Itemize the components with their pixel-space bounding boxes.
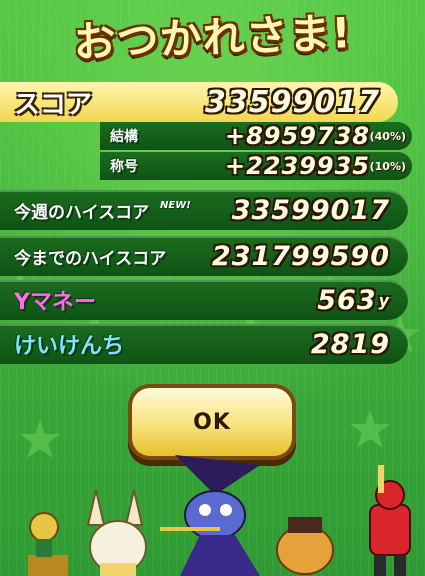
all-time-high-score-row: 今までのハイスコア 231799590	[0, 236, 408, 276]
bonus-value: +8959738	[224, 122, 370, 150]
bonus-label: 称号	[110, 159, 138, 175]
bonus-value: +2239935	[224, 152, 370, 180]
bonus-percent: (10%)	[369, 159, 406, 173]
trophy-character	[28, 512, 68, 576]
score-row: スコア 33599017	[0, 82, 398, 122]
score-value: 33599017	[205, 84, 380, 120]
witch-character	[160, 455, 260, 576]
weekly-high-score-value: 33599017	[231, 194, 390, 226]
score-label: スコア	[14, 89, 93, 120]
all-time-high-score-label: 今までのハイスコア	[14, 248, 167, 269]
ymoney-label: Yマネー	[14, 290, 96, 315]
weekly-high-score-row: 今週のハイスコア NEW! 33599017	[0, 190, 408, 230]
bonus-row-2: 称号 +2239935 (10%)	[100, 152, 412, 180]
ymoney-row: Yマネー 563 y	[0, 280, 408, 320]
bonus-percent: (40%)	[369, 129, 406, 143]
ymoney-value: 563	[317, 284, 377, 316]
ok-button[interactable]: OK	[132, 388, 292, 456]
new-badge: NEW!	[160, 200, 191, 211]
all-time-high-score-value: 231799590	[211, 240, 390, 272]
bonus-label: 結構	[110, 129, 138, 145]
experience-row: けいけんち 2819	[0, 324, 408, 364]
cat-character	[86, 489, 147, 576]
weekly-high-score-label: 今週のハイスコア	[14, 202, 150, 223]
ymoney-amount: 563 y	[317, 280, 390, 320]
ymoney-unit: y	[378, 290, 390, 310]
bonus-row-1: 結構 +8959738 (40%)	[100, 122, 412, 150]
experience-value: 2819	[310, 328, 390, 360]
character-lineup	[28, 455, 411, 576]
red-character	[369, 465, 411, 576]
lion-character	[276, 517, 334, 575]
experience-label: けいけんち	[14, 334, 125, 359]
